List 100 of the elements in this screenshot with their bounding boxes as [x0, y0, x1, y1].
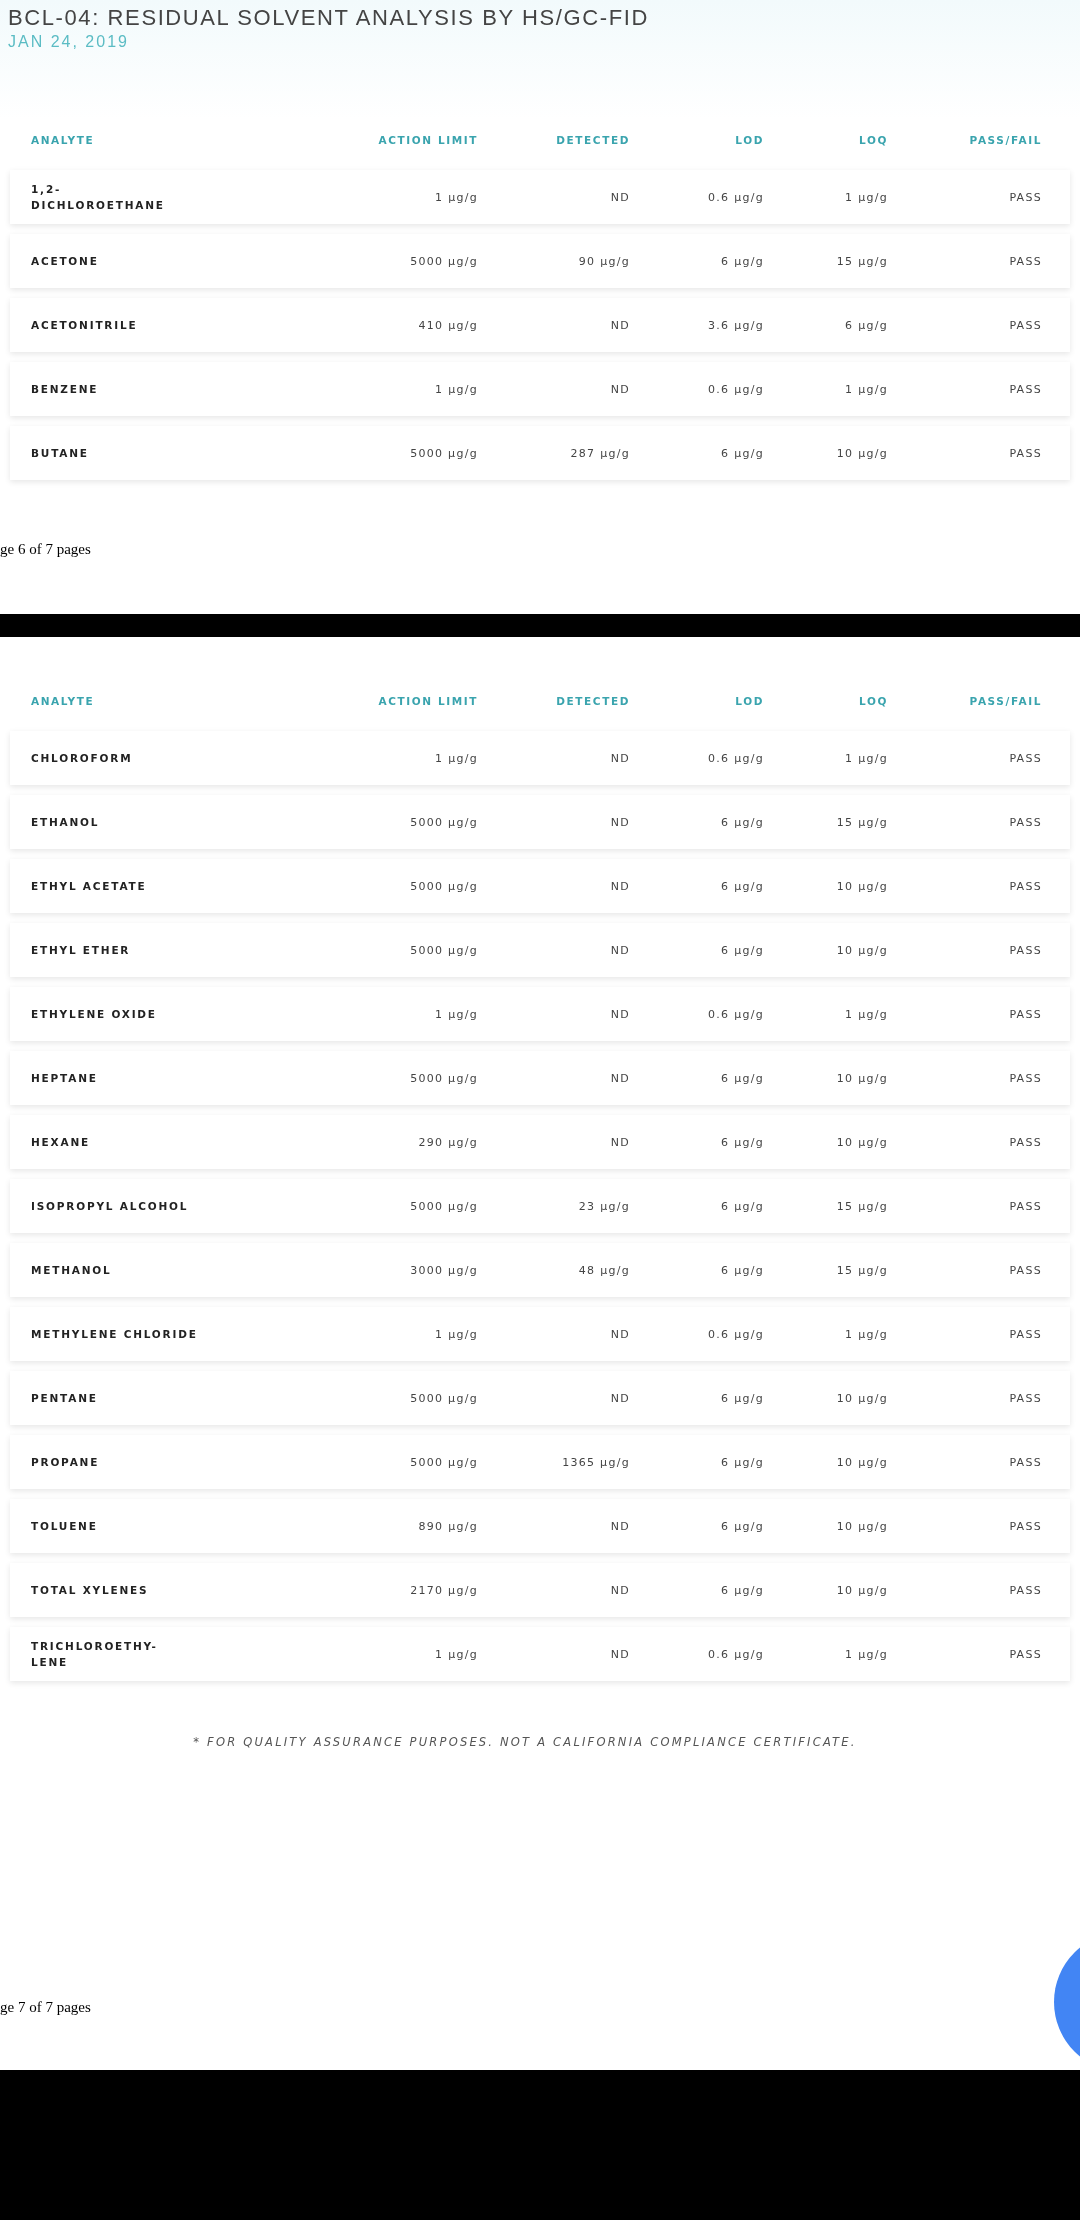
table-cell-text: PASS — [1008, 1263, 1042, 1277]
table-cell-text: 5000 µg/g — [409, 1199, 478, 1213]
table-cell-text: 6 µg/g — [720, 1263, 764, 1277]
table-cell-text: 10 µg/g — [835, 943, 888, 957]
table-cell-text: ND — [609, 815, 630, 829]
analyte-name: HEPTANE — [31, 1071, 99, 1086]
table-cell-text: 90 µg/g — [577, 254, 630, 268]
table-cell-text: 6 µg/g — [720, 1583, 764, 1597]
column-header: PASS/FAIL — [968, 134, 1042, 146]
analyte-name: METHANOL — [31, 1263, 113, 1278]
table-cell-text: 48 µg/g — [577, 1263, 630, 1277]
table-cell-text: 6 µg/g — [720, 1519, 764, 1533]
analyte-name: ISOPROPYL ALCOHOL — [31, 1199, 190, 1214]
column-header: PASS/FAIL — [968, 695, 1042, 707]
table-cell-text: 0.6 µg/g — [706, 1647, 764, 1661]
table-cell-text: 10 µg/g — [835, 1391, 888, 1405]
table-cell-text: PASS — [1008, 318, 1042, 332]
table-cell-text: PASS — [1008, 879, 1042, 893]
table-cell-text: 1 µg/g — [844, 1647, 888, 1661]
table-cell-text: ND — [609, 1583, 630, 1597]
page-number: ge 7 of 7 pages — [0, 1999, 91, 2016]
analyte-name: ETHYL ACETATE — [31, 879, 148, 894]
table-cell-text: PASS — [1008, 1391, 1042, 1405]
analyte-name: 1,2- DICHLOROETHANE — [31, 182, 166, 213]
table-cell-text: PASS — [1008, 1135, 1042, 1149]
table-cell-text: 15 µg/g — [835, 1199, 888, 1213]
table-cell-text: 10 µg/g — [835, 446, 888, 460]
table-cell-text: 1365 µg/g — [561, 1455, 630, 1469]
table-cell-text: PASS — [1008, 751, 1042, 765]
column-header: ACTION LIMIT — [377, 695, 478, 707]
column-header: LOD — [734, 134, 764, 146]
table-cell-text: 6 µg/g — [720, 1135, 764, 1149]
table-cell-text: PASS — [1008, 1007, 1042, 1021]
table-cell-text: 0.6 µg/g — [706, 190, 764, 204]
table-cell-text: 15 µg/g — [835, 254, 888, 268]
table-cell-text: 5000 µg/g — [409, 1391, 478, 1405]
table-cell-text: 6 µg/g — [720, 1455, 764, 1469]
analyte-name: ETHANOL — [31, 815, 101, 830]
column-header: LOQ — [858, 695, 888, 707]
report-date: JAN 24, 2019 — [8, 32, 130, 52]
table-cell-text: 6 µg/g — [720, 1071, 764, 1085]
table-cell-text: 6 µg/g — [720, 1391, 764, 1405]
table-cell-text: 3.6 µg/g — [706, 318, 764, 332]
table-cell-text: PASS — [1008, 1583, 1042, 1597]
table-cell-text: ND — [609, 1519, 630, 1533]
table-cell-text: 2170 µg/g — [409, 1583, 478, 1597]
table-cell-text: 410 µg/g — [417, 318, 478, 332]
table-cell-text: 6 µg/g — [720, 879, 764, 893]
table-cell-text: 290 µg/g — [417, 1135, 478, 1149]
analyte-name: BENZENE — [31, 382, 100, 397]
table-cell-text: 287 µg/g — [569, 446, 630, 460]
analyte-name: ETHYL ETHER — [31, 943, 132, 958]
table-cell-text: 1 µg/g — [844, 1327, 888, 1341]
analyte-name: CHLOROFORM — [31, 751, 134, 766]
column-header: ANALYTE — [31, 695, 96, 707]
analyte-name: TOTAL XYLENES — [31, 1583, 150, 1598]
analyte-name: PENTANE — [31, 1391, 99, 1406]
table-cell-text: PASS — [1008, 1519, 1042, 1533]
table-cell-text: 1 µg/g — [844, 190, 888, 204]
table-cell-text: 6 µg/g — [720, 943, 764, 957]
table-cell-text: 10 µg/g — [835, 1135, 888, 1149]
table-cell-text: 0.6 µg/g — [706, 1007, 764, 1021]
table-cell-text: 10 µg/g — [835, 879, 888, 893]
table-cell-text: 23 µg/g — [577, 1199, 630, 1213]
column-header: ACTION LIMIT — [377, 134, 478, 146]
table-cell-text: 0.6 µg/g — [706, 1327, 764, 1341]
analyte-name: PROPANE — [31, 1455, 101, 1470]
table-cell-text: 5000 µg/g — [409, 254, 478, 268]
footnote: * FOR QUALITY ASSURANCE PURPOSES. NOT A CALIFORNIA COMPLIANCE CERTIFICATE. — [192, 1735, 858, 1749]
table-cell-text: 1 µg/g — [434, 190, 478, 204]
table-cell-text: 1 µg/g — [844, 382, 888, 396]
page-number: ge 6 of 7 pages — [0, 541, 91, 558]
table-cell-text: 6 µg/g — [720, 254, 764, 268]
table-cell-text: 5000 µg/g — [409, 446, 478, 460]
table-cell-text: PASS — [1008, 1647, 1042, 1661]
column-header: DETECTED — [555, 134, 630, 146]
column-header: DETECTED — [555, 695, 630, 707]
table-cell-text: 1 µg/g — [434, 1327, 478, 1341]
table-cell-text: PASS — [1008, 943, 1042, 957]
table-cell-text: 5000 µg/g — [409, 1071, 478, 1085]
analyte-name: METHYLENE CHLORIDE — [31, 1327, 199, 1342]
table-cell-text: 6 µg/g — [844, 318, 888, 332]
column-header: LOD — [734, 695, 764, 707]
table-cell-text: ND — [609, 879, 630, 893]
table-cell-text: PASS — [1008, 190, 1042, 204]
table-cell-text: PASS — [1008, 1455, 1042, 1469]
analyte-name: TRICHLOROETHY- LENE — [31, 1639, 159, 1670]
table-cell-text: 5000 µg/g — [409, 943, 478, 957]
table-cell-text: ND — [609, 1647, 630, 1661]
column-header: LOQ — [858, 134, 888, 146]
table-cell-text: 5000 µg/g — [409, 879, 478, 893]
table-cell-text: ND — [609, 318, 630, 332]
table-cell-text: ND — [609, 1327, 630, 1341]
table-cell-text: 10 µg/g — [835, 1583, 888, 1597]
table-cell-text: ND — [609, 1071, 630, 1085]
report-title: BCL-04: RESIDUAL SOLVENT ANALYSIS BY HS/GC-FID — [8, 4, 650, 32]
table-cell-text: ND — [609, 1007, 630, 1021]
table-cell-text: 6 µg/g — [720, 1199, 764, 1213]
table-cell-text: PASS — [1008, 382, 1042, 396]
table-cell-text: 0.6 µg/g — [706, 382, 764, 396]
